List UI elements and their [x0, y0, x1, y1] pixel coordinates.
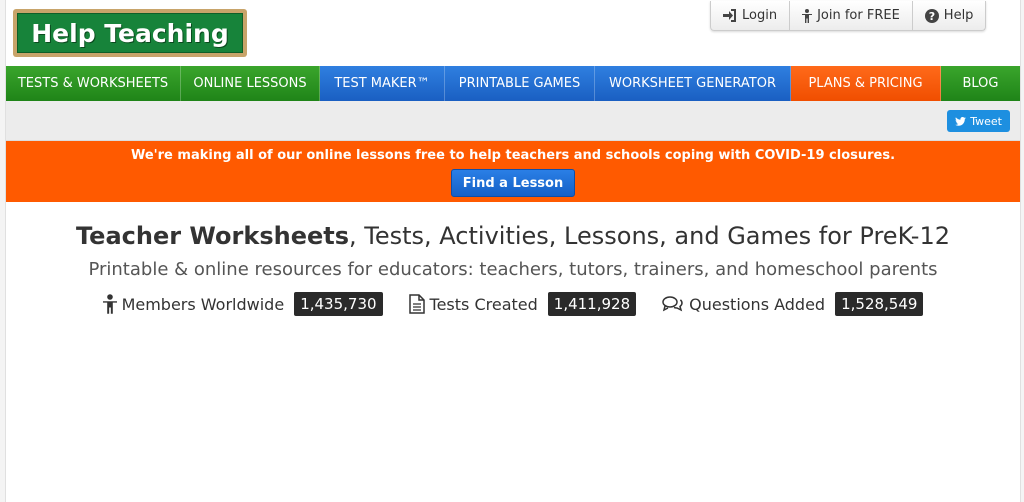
tweet-label: Tweet [970, 114, 1002, 128]
person-icon [102, 294, 117, 314]
stat-questions-label: Questions Added [689, 294, 826, 314]
login-label: Login [742, 8, 778, 23]
comments-icon [662, 296, 683, 312]
logo-text: Help Teaching [17, 13, 243, 53]
main-nav: TESTS & WORKSHEETS ONLINE LESSONS TEST M… [6, 66, 1020, 101]
stat-members-count: 1,435,730 [294, 292, 383, 316]
stat-tests: Tests Created 1,411,928 [408, 292, 637, 316]
twitter-bird-icon [955, 116, 967, 126]
nav-printable-games[interactable]: PRINTABLE GAMES [445, 66, 595, 101]
page: Help Teaching Login Join for FREE ? Help… [5, 0, 1021, 502]
find-lesson-button[interactable]: Find a Lesson [450, 169, 576, 197]
stat-members: Members Worldwide 1,435,730 [102, 292, 383, 316]
document-icon [408, 294, 425, 314]
stat-tests-label: Tests Created [429, 294, 538, 314]
page-title-rest: , Tests, Activities, Lessons, and Games … [349, 222, 950, 250]
page-title: Teacher Worksheets, Tests, Activities, L… [6, 222, 1020, 250]
login-icon [723, 9, 736, 22]
nav-blog[interactable]: BLOG [941, 66, 1020, 101]
help-icon: ? [924, 8, 939, 23]
nav-test-maker[interactable]: TEST MAKER™ [320, 66, 445, 101]
nav-plans-pricing[interactable]: PLANS & PRICING [791, 66, 941, 101]
stat-members-label: Members Worldwide [121, 294, 285, 314]
stat-questions: Questions Added 1,528,549 [662, 292, 924, 316]
stat-tests-count: 1,411,928 [547, 292, 637, 316]
covid-banner: We're making all of our online lessons f… [6, 141, 1020, 202]
help-link[interactable]: ? Help [911, 1, 986, 30]
share-bar: Tweet [6, 101, 1020, 141]
stat-questions-count: 1,528,549 [835, 292, 924, 316]
header: Help Teaching Login Join for FREE ? Help [6, 0, 1020, 66]
join-link[interactable]: Join for FREE [789, 1, 912, 30]
banner-text: We're making all of our online lessons f… [130, 148, 896, 163]
help-label: Help [943, 8, 974, 23]
join-label: Join for FREE [817, 8, 900, 23]
login-link[interactable]: Login [711, 1, 789, 30]
nav-worksheet-generator[interactable]: WORKSHEET GENERATOR [595, 66, 791, 101]
user-links: Login Join for FREE ? Help [710, 1, 987, 31]
nav-tests-worksheets[interactable]: TESTS & WORKSHEETS [6, 66, 181, 101]
stats: Members Worldwide 1,435,730 Tests Create… [6, 292, 1020, 316]
tweet-button[interactable]: Tweet [947, 110, 1010, 132]
logo[interactable]: Help Teaching [13, 9, 247, 57]
person-icon [802, 8, 813, 23]
page-title-bold: Teacher Worksheets [75, 222, 350, 250]
hero: Teacher Worksheets, Tests, Activities, L… [6, 202, 1020, 316]
nav-online-lessons[interactable]: ONLINE LESSONS [181, 66, 320, 101]
page-subtitle: Printable & online resources for educato… [88, 259, 938, 280]
svg-text:?: ? [929, 10, 935, 23]
